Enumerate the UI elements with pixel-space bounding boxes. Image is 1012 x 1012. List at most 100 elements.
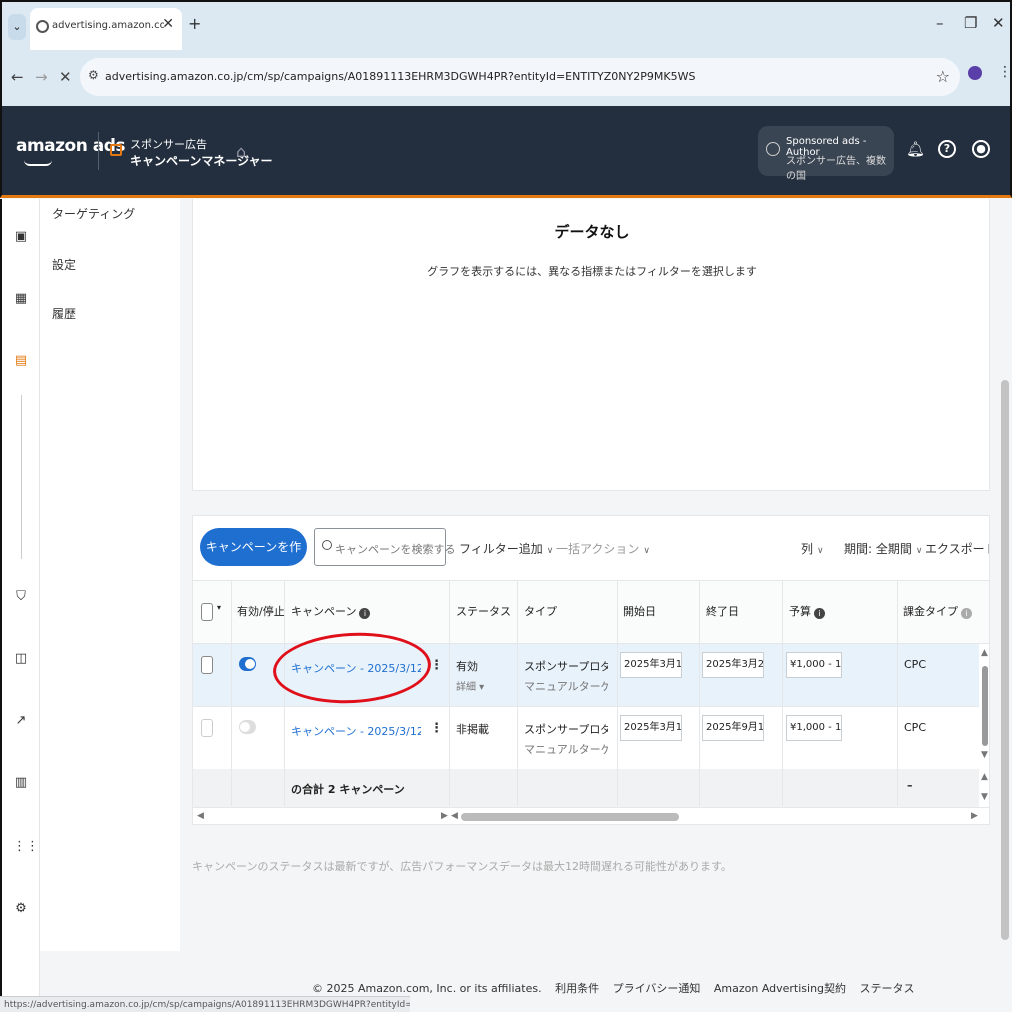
campaign-table-panel: キャンペーンを作成する キャンペーンを検索する フィルター追加∨ 一括アクション… bbox=[192, 515, 990, 825]
start-date-field[interactable]: 2025年3月1... bbox=[620, 715, 682, 741]
left-icon-rail: ▣ ▦ ▤ ⛉ ◫ ↗ ▥ ⋮⋮ ⚙ bbox=[0, 199, 40, 1012]
scroll-left-icon[interactable]: ◀ bbox=[197, 811, 204, 821]
scroll-down-icon[interactable]: ▼ bbox=[981, 750, 988, 760]
window-close-icon[interactable]: ✕ bbox=[992, 14, 1005, 32]
trend-icon[interactable]: ↗ bbox=[13, 713, 29, 729]
scroll-right-icon[interactable]: ▶ bbox=[971, 811, 978, 821]
campaign-name-link[interactable]: キャンペーン - 2025/3/12 13:54:... bbox=[291, 723, 421, 739]
horizontal-scroll-thumb[interactable] bbox=[461, 813, 679, 821]
bulk-actions-dropdown[interactable]: 一括アクション ∨ bbox=[556, 540, 650, 557]
scroll-left-icon[interactable]: ◀ bbox=[451, 811, 458, 821]
active-toggle[interactable] bbox=[239, 720, 256, 734]
row-checkbox[interactable] bbox=[201, 719, 213, 737]
active-toggle[interactable] bbox=[239, 657, 256, 671]
briefcase-icon[interactable]: ▣ bbox=[13, 229, 29, 245]
vertical-scroll-thumb[interactable] bbox=[982, 666, 988, 746]
subnav-history[interactable]: 履歴 bbox=[52, 305, 76, 322]
account-switcher[interactable]: Sponsored ads - Author スポンサー広告、複数の国 bbox=[758, 126, 894, 182]
budget-field[interactable]: ¥1,000 - 1日 bbox=[786, 652, 842, 678]
columns-dropdown[interactable]: 列 ∨ bbox=[801, 540, 824, 557]
table-vertical-scrollbar[interactable]: ▲ ▼ ▲ ▼ bbox=[979, 644, 989, 806]
type-value: スポンサープロダ... bbox=[524, 660, 608, 673]
browser-tab[interactable]: advertising.amazon.co.jp/cm/sp ✕ bbox=[30, 8, 182, 52]
status-value: 有効 bbox=[456, 660, 478, 673]
restore-icon[interactable]: ❐ bbox=[964, 14, 977, 32]
header-billing-type[interactable]: 課金タイプ i bbox=[903, 603, 972, 619]
new-tab-icon[interactable]: + bbox=[188, 14, 201, 33]
notification-bell-icon[interactable]: 🔔︎ bbox=[906, 140, 925, 158]
header-divider bbox=[98, 132, 99, 170]
table-horizontal-scrollbar[interactable]: ◀ ▶ ◀ ▶ bbox=[193, 807, 989, 824]
forward-icon[interactable]: → bbox=[35, 68, 48, 86]
header-active[interactable]: 有効/停止 bbox=[237, 603, 285, 619]
row-more-actions-icon[interactable]: ⋮ bbox=[430, 721, 443, 736]
footer-link-terms[interactable]: 利用条件 bbox=[555, 982, 599, 995]
footer-link-status[interactable]: ステータス bbox=[860, 982, 915, 995]
header-budget[interactable]: 予算 i bbox=[789, 603, 825, 619]
amazon-ads-header: amazon ads スポンサー広告 キャンペーンマネージャー ⌂ Sponso… bbox=[0, 106, 1012, 198]
row-checkbox[interactable] bbox=[201, 656, 213, 674]
stop-loading-icon[interactable]: ✕ bbox=[59, 68, 72, 86]
end-date-field[interactable]: 2025年9月1... bbox=[702, 715, 764, 741]
copyright-text: © 2025 Amazon.com, Inc. or its affiliate… bbox=[312, 982, 542, 995]
status-details-link[interactable]: 詳細 ▾ bbox=[456, 678, 484, 693]
toggle-knob bbox=[240, 722, 250, 732]
footer-link-privacy[interactable]: プライバシー通知 bbox=[613, 982, 701, 995]
budget-field[interactable]: ¥1,000 - 1日 bbox=[786, 715, 842, 741]
data-delay-footnote: キャンペーンのステータスは最新ですが、広告パフォーマンスデータは最大12時間遅れ… bbox=[192, 860, 732, 873]
tab-list-dropdown[interactable]: ⌄ bbox=[8, 14, 26, 40]
info-icon[interactable]: i bbox=[359, 608, 371, 619]
profile-avatar-icon[interactable] bbox=[968, 66, 982, 80]
apps-grid-icon[interactable]: ⋮⋮ bbox=[13, 839, 39, 855]
site-info-icon[interactable]: ⚙ bbox=[88, 68, 99, 82]
start-date-field[interactable]: 2025年3月1... bbox=[620, 652, 682, 678]
header-end-date[interactable]: 終了日 bbox=[706, 603, 739, 619]
period-dropdown[interactable]: 期間: 全期間 ∨ bbox=[844, 540, 922, 557]
section-title[interactable]: キャンペーンマネージャー bbox=[130, 152, 273, 169]
scroll-up-icon[interactable]: ▲ bbox=[981, 648, 988, 658]
scroll-right-icon[interactable]: ▶ bbox=[441, 811, 448, 821]
chevron-down-icon: ∨ bbox=[817, 546, 824, 556]
scroll-up-icon[interactable]: ▲ bbox=[981, 772, 988, 782]
subnav-settings[interactable]: 設定 bbox=[52, 256, 76, 273]
globe-icon bbox=[766, 142, 780, 156]
select-all-checkbox[interactable] bbox=[201, 603, 213, 621]
help-icon[interactable]: ? bbox=[938, 140, 956, 158]
browser-menu-icon[interactable]: ⋮ bbox=[998, 64, 1012, 80]
end-date-field[interactable]: 2025年3月2... bbox=[702, 652, 764, 678]
create-campaign-button[interactable]: キャンペーンを作成する bbox=[200, 528, 307, 592]
page-scrollbar[interactable] bbox=[1001, 380, 1009, 940]
reports-chart-icon[interactable]: ▥ bbox=[13, 775, 29, 791]
column-divider bbox=[284, 580, 285, 806]
section-subtitle: スポンサー広告 bbox=[130, 138, 207, 151]
header-start-date[interactable]: 開始日 bbox=[623, 603, 656, 619]
export-button[interactable]: エクスポート bbox=[925, 540, 989, 557]
column-divider bbox=[449, 580, 450, 806]
dashboard-icon[interactable]: ▦ bbox=[13, 291, 29, 307]
minimize-icon[interactable]: – bbox=[936, 14, 944, 32]
back-icon[interactable]: ← bbox=[11, 68, 24, 86]
campaign-manager-nav-icon[interactable]: ▤ bbox=[13, 353, 29, 369]
creative-gallery-icon[interactable]: ◫ bbox=[13, 651, 29, 667]
campaign-search-input[interactable]: キャンペーンを検索する bbox=[314, 528, 455, 566]
add-filter-dropdown[interactable]: フィルター追加 ∨ bbox=[459, 540, 553, 557]
url-field[interactable]: ⚙ advertising.amazon.co.jp/cm/sp/campaig… bbox=[80, 58, 960, 96]
close-tab-icon[interactable]: ✕ bbox=[162, 16, 174, 32]
header-campaign[interactable]: キャンペーン i bbox=[291, 603, 371, 619]
row-more-actions-icon[interactable]: ⋮ bbox=[430, 658, 443, 673]
info-icon[interactable]: i bbox=[961, 608, 972, 619]
scroll-down-icon[interactable]: ▼ bbox=[981, 792, 988, 802]
subnav-targeting[interactable]: ターゲティング bbox=[52, 205, 135, 222]
header-type[interactable]: タイプ bbox=[524, 603, 557, 619]
settings-gear-icon[interactable]: ⚙ bbox=[13, 901, 29, 917]
shield-icon[interactable]: ⛉ bbox=[13, 589, 29, 605]
amazon-ads-logo[interactable]: amazon ads bbox=[16, 136, 126, 156]
header-status[interactable]: ステータス bbox=[456, 603, 511, 619]
footer-link-agreement[interactable]: Amazon Advertising契約 bbox=[714, 982, 846, 995]
info-icon[interactable]: i bbox=[814, 608, 825, 619]
select-all-dropdown-icon[interactable]: ▾ bbox=[217, 603, 221, 612]
home-icon[interactable]: ⌂ bbox=[236, 142, 246, 161]
search-icon bbox=[322, 540, 332, 550]
user-account-icon[interactable]: ● bbox=[972, 140, 990, 158]
bookmark-star-icon[interactable]: ☆ bbox=[936, 67, 950, 86]
